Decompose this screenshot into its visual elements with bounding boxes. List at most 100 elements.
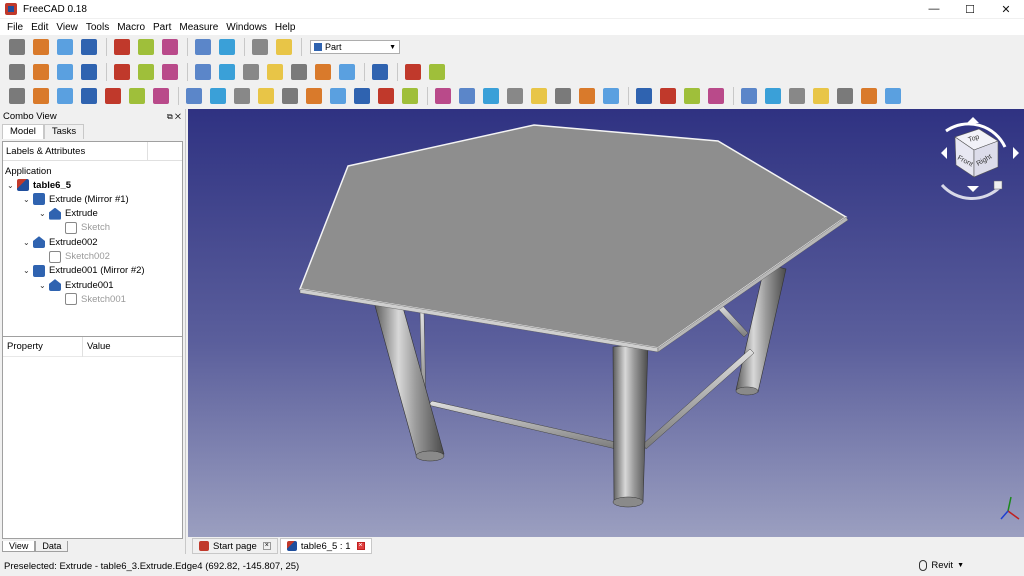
- paste-button[interactable]: [159, 37, 181, 57]
- group-button[interactable]: [426, 62, 448, 82]
- right-view-button[interactable]: [264, 62, 286, 82]
- primitives-button[interactable]: [126, 86, 148, 106]
- menu-help[interactable]: Help: [271, 22, 300, 33]
- fuse-button[interactable]: [504, 86, 526, 106]
- copy-button[interactable]: [135, 37, 157, 57]
- mirror-button[interactable]: [231, 86, 253, 106]
- join-button[interactable]: [552, 86, 574, 106]
- compound-button[interactable]: [432, 86, 454, 106]
- chevron-down-icon[interactable]: ⌄: [39, 209, 49, 218]
- sphere-button[interactable]: [54, 86, 76, 106]
- measure-refresh-button[interactable]: [786, 86, 808, 106]
- tree-item[interactable]: Sketch: [55, 221, 110, 235]
- split-button[interactable]: [576, 86, 598, 106]
- tree-item[interactable]: Sketch002: [39, 250, 110, 264]
- boolean-button[interactable]: [456, 86, 478, 106]
- menu-measure[interactable]: Measure: [175, 22, 222, 33]
- tree-item[interactable]: Sketch001: [55, 292, 126, 306]
- sweep-button[interactable]: [375, 86, 397, 106]
- bottom-view-button[interactable]: [312, 62, 334, 82]
- tab-view-properties[interactable]: View: [2, 541, 36, 552]
- tree-item[interactable]: ⌄ Extrude002: [23, 235, 98, 249]
- common-button[interactable]: [528, 86, 550, 106]
- part-button[interactable]: [402, 62, 424, 82]
- toggle-3d-button[interactable]: [858, 86, 880, 106]
- fillet-button[interactable]: [255, 86, 277, 106]
- section-button[interactable]: [399, 86, 421, 106]
- chevron-down-icon[interactable]: ⌄: [23, 238, 33, 247]
- menu-tools[interactable]: Tools: [82, 22, 113, 33]
- tree-item[interactable]: ⌄ table6_5: [7, 178, 71, 192]
- tab-data-properties[interactable]: Data: [35, 541, 69, 552]
- menu-macro[interactable]: Macro: [113, 22, 149, 33]
- close-button[interactable]: ✕: [988, 0, 1024, 18]
- cut-button[interactable]: [111, 37, 133, 57]
- measure-angular-button[interactable]: [762, 86, 784, 106]
- menu-file[interactable]: File: [3, 22, 27, 33]
- revolve-button[interactable]: [207, 86, 229, 106]
- open-file-button[interactable]: [30, 37, 52, 57]
- tree-item[interactable]: ⌄ Extrude: [39, 207, 98, 221]
- shape-builder-button[interactable]: [150, 86, 172, 106]
- new-file-button[interactable]: [6, 37, 28, 57]
- torus-button[interactable]: [102, 86, 124, 106]
- chevron-down-icon[interactable]: ⌄: [23, 266, 33, 275]
- extrude-button[interactable]: [183, 86, 205, 106]
- chevron-down-icon[interactable]: ⌄: [7, 181, 17, 190]
- front-view-button[interactable]: [216, 62, 238, 82]
- ruled-surface-button[interactable]: [327, 86, 349, 106]
- draw-style-button[interactable]: [159, 62, 181, 82]
- measure-linear-button[interactable]: [738, 86, 760, 106]
- left-view-button[interactable]: [336, 62, 358, 82]
- menu-part[interactable]: Part: [149, 22, 175, 33]
- tab-document-table6-5[interactable]: table6_5 : 1 ×: [279, 538, 372, 554]
- rear-view-button[interactable]: [288, 62, 310, 82]
- cut-button[interactable]: [480, 86, 502, 106]
- maximize-button[interactable]: ☐: [952, 0, 988, 18]
- tree-item[interactable]: ⌄ Extrude001 (Mirror #2): [23, 264, 145, 278]
- tab-start-page[interactable]: Start page ×: [192, 538, 278, 554]
- tree-item[interactable]: ⌄ Extrude (Mirror #1): [23, 192, 129, 206]
- fit-selection-button[interactable]: [135, 62, 157, 82]
- box-button[interactable]: [6, 86, 28, 106]
- save-button[interactable]: [54, 37, 76, 57]
- measure-clear-button[interactable]: [810, 86, 832, 106]
- whats-this-button[interactable]: [273, 37, 295, 57]
- minimize-button[interactable]: —: [916, 0, 952, 18]
- fit-all-button[interactable]: [111, 62, 133, 82]
- dock-buttons[interactable]: ⧉ ✕: [167, 112, 181, 122]
- isometric-view-button[interactable]: [192, 62, 214, 82]
- 3d-viewport[interactable]: Top Front Right: [188, 109, 1024, 537]
- navigation-cube[interactable]: Top Front Right: [940, 117, 1019, 200]
- thickness-button[interactable]: [657, 86, 679, 106]
- menu-view[interactable]: View: [52, 22, 82, 33]
- record-macro-button[interactable]: [6, 62, 28, 82]
- defeaturing-button[interactable]: [633, 86, 655, 106]
- cone-button[interactable]: [78, 86, 100, 106]
- table-model[interactable]: Top Front Right: [188, 109, 1024, 537]
- projection-button[interactable]: [681, 86, 703, 106]
- toggle-delta-button[interactable]: [882, 86, 904, 106]
- menu-windows[interactable]: Windows: [222, 22, 271, 33]
- close-tab-icon[interactable]: ×: [356, 542, 365, 550]
- save-as-button[interactable]: [78, 37, 100, 57]
- refresh-button[interactable]: [249, 37, 271, 57]
- chamfer-button[interactable]: [279, 86, 301, 106]
- tab-tasks[interactable]: Tasks: [43, 124, 85, 139]
- measure-button[interactable]: [369, 62, 391, 82]
- loft-button[interactable]: [351, 86, 373, 106]
- close-tab-icon[interactable]: ×: [262, 542, 271, 550]
- toggle-all-button[interactable]: [834, 86, 856, 106]
- chevron-down-icon[interactable]: ⌄: [23, 195, 33, 204]
- cylinder-button[interactable]: [30, 86, 52, 106]
- redo-button[interactable]: [216, 37, 238, 57]
- undo-button[interactable]: [192, 37, 214, 57]
- tree-item[interactable]: ⌄ Extrude001: [39, 278, 114, 292]
- edit-macro-button[interactable]: [54, 62, 76, 82]
- make-face-button[interactable]: [303, 86, 325, 106]
- navigation-style-selector[interactable]: Revit ▼: [919, 560, 964, 571]
- menu-edit[interactable]: Edit: [27, 22, 52, 33]
- run-macro-button[interactable]: [78, 62, 100, 82]
- stop-macro-button[interactable]: [30, 62, 52, 82]
- tab-model[interactable]: Model: [2, 124, 44, 139]
